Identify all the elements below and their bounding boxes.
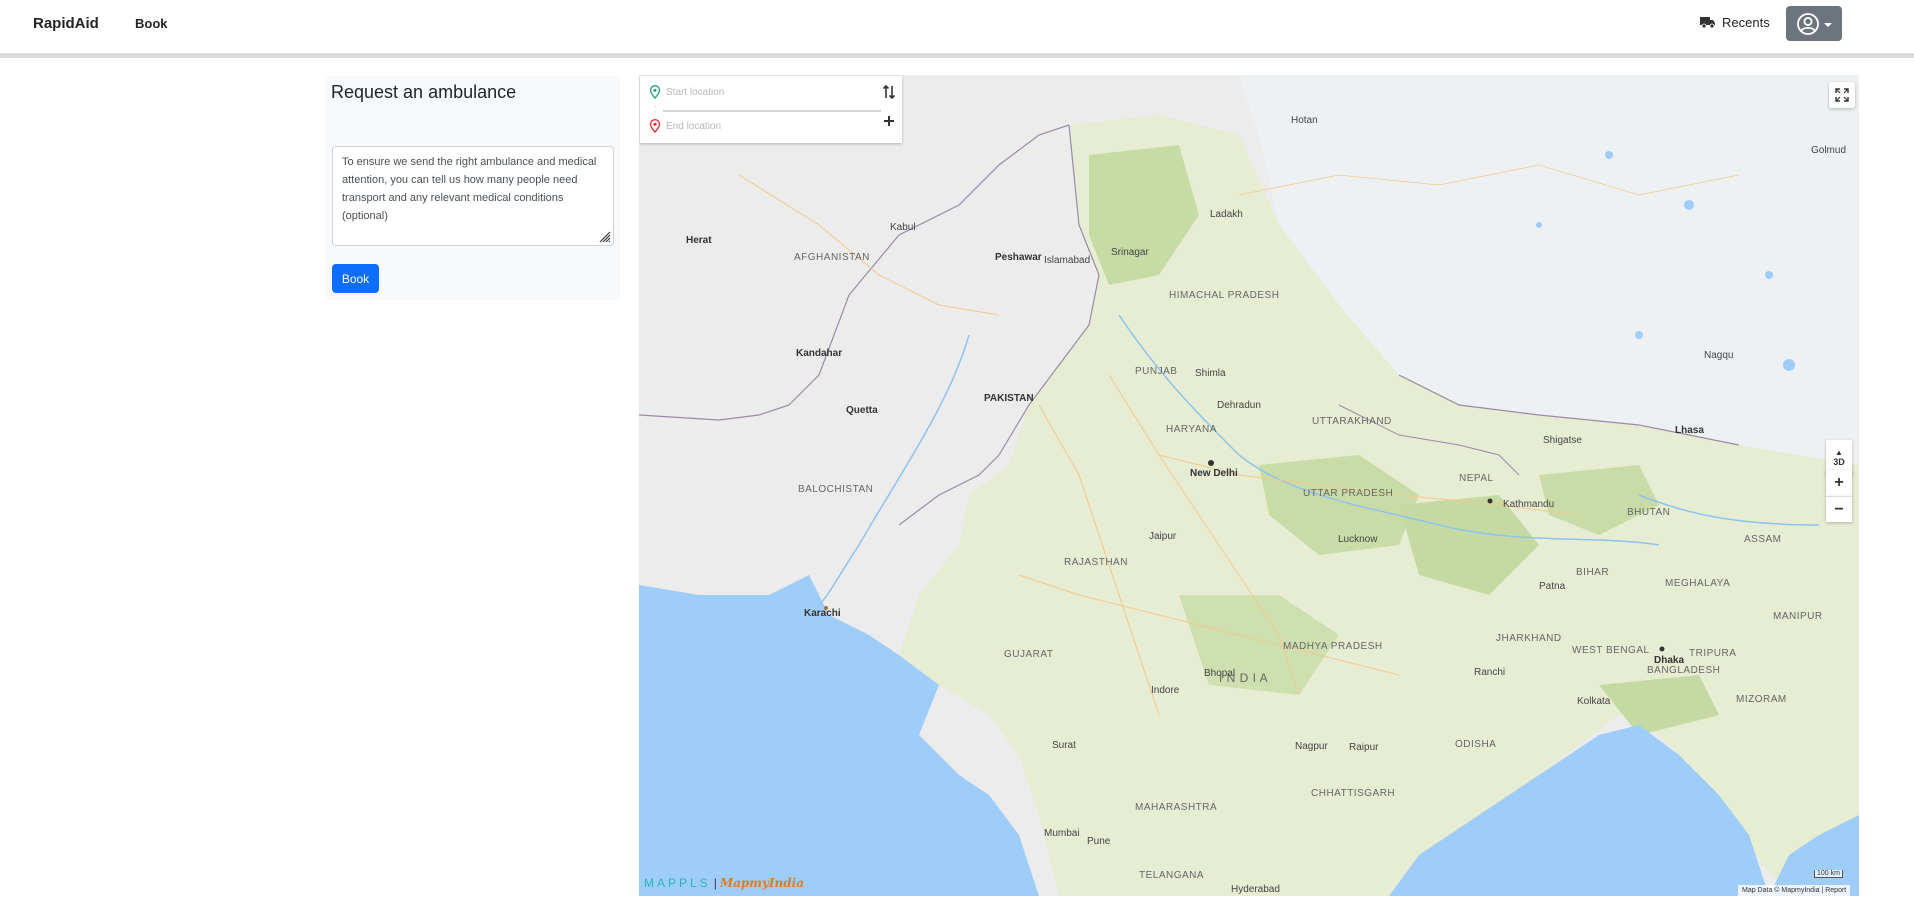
map-label-haryana: HARYANA — [1166, 424, 1217, 435]
logo-separator: | — [713, 876, 717, 890]
zoom-in-button[interactable]: + — [1826, 470, 1852, 496]
map-label-quetta: Quetta — [846, 405, 878, 416]
map-label-nagqu: Nagqu — [1704, 350, 1734, 361]
map-label-jaipur: Jaipur — [1149, 531, 1177, 542]
map-label-nagpur: Nagpur — [1295, 741, 1328, 752]
end-location-placeholder: End location — [666, 120, 722, 132]
map-label-himachal: HIMACHAL PRADESH — [1169, 290, 1280, 301]
map-label-manipur: MANIPUR — [1773, 611, 1823, 622]
map-label-odisha: ODISHA — [1455, 739, 1497, 750]
recents-label: Recents — [1722, 14, 1770, 30]
map-label-new-delhi: New Delhi — [1190, 468, 1238, 479]
map-label-ladakh: Ladakh — [1210, 209, 1243, 220]
map-attribution[interactable]: Map Data © MapmyIndia | Report — [1738, 885, 1851, 896]
map-scale-bar: 100 km — [1814, 870, 1843, 878]
book-button[interactable]: Book — [332, 264, 379, 293]
map-label-lucknow: Lucknow — [1338, 534, 1378, 545]
user-circle-icon — [1797, 12, 1819, 35]
map-label-west-bengal: WEST BENGAL — [1572, 645, 1650, 656]
map-label-uttarakhand: UTTARAKHAND — [1312, 416, 1392, 427]
map-label-patna: Patna — [1539, 581, 1566, 592]
map-label-bhopal: Bhopal — [1204, 668, 1236, 679]
map-label-bangladesh: BANGLADESH — [1647, 665, 1721, 676]
map-label-kabul: Kabul — [890, 222, 916, 233]
map-label-chhattisgarh: CHHATTISGARH — [1311, 788, 1396, 799]
map-label-kathmandu: Kathmandu — [1503, 499, 1555, 510]
chevron-down-icon — [1824, 23, 1832, 27]
zoom-out-button[interactable]: − — [1826, 496, 1852, 522]
map-label-madhya-pradesh: MADHYA PRADESH — [1283, 641, 1383, 652]
map-label-mumbai: Mumbai — [1044, 828, 1080, 839]
resize-handle-icon[interactable] — [597, 229, 611, 243]
notes-textarea[interactable]: To ensure we send the right ambulance an… — [332, 146, 614, 246]
user-menu-button[interactable] — [1786, 6, 1842, 41]
plus-icon[interactable] — [882, 114, 896, 128]
truck-icon — [1700, 17, 1715, 29]
map-label-shimla: Shimla — [1195, 368, 1226, 379]
map-label-pune: Pune — [1087, 836, 1111, 847]
swap-icon[interactable] — [882, 84, 896, 100]
map-label-srinagar: Srinagar — [1111, 247, 1149, 258]
notes-placeholder: To ensure we send the right ambulance an… — [342, 156, 597, 222]
map-label-islamabad: Islamabad — [1044, 255, 1091, 266]
map-label-telangana: TELANGANA — [1139, 870, 1205, 881]
nav-link-book[interactable]: Book — [135, 16, 168, 31]
map-label-kandahar: Kandahar — [796, 348, 843, 359]
map-label-dehradun: Dehradun — [1217, 400, 1261, 411]
map-label-assam: ASSAM — [1744, 534, 1782, 545]
map-label-karachi: Karachi — [804, 608, 841, 619]
recents-link[interactable]: Recents — [1700, 12, 1770, 32]
map-label-balochistan: BALOCHISTAN — [798, 484, 874, 495]
map-label-rajasthan: RAJASTHAN — [1064, 557, 1128, 568]
map-label-surat: Surat — [1052, 740, 1076, 751]
start-location-placeholder: Start location — [666, 86, 725, 98]
map-label-hyderabad: Hyderabad — [1231, 884, 1280, 895]
brand-logo[interactable]: RapidAid — [33, 15, 99, 32]
map-label-bhutan: BHUTAN — [1627, 507, 1671, 518]
mapmyindia-logo-text: MapmyIndia — [719, 876, 804, 890]
map-label-pakistan: PAKISTAN — [984, 393, 1034, 404]
end-location-input[interactable]: End location — [640, 111, 902, 141]
map-label-raipur: Raipur — [1349, 742, 1379, 753]
map-label-tripura: TRIPURA — [1689, 648, 1737, 659]
map-label-shigatse: Shigatse — [1543, 435, 1582, 446]
map-label-indore: Indore — [1151, 685, 1180, 696]
map-label-lhasa: Lhasa — [1675, 425, 1704, 436]
start-location-input[interactable]: Start location — [640, 77, 902, 107]
fullscreen-icon — [1835, 88, 1849, 102]
map-label-afghanistan: AFGHANISTAN — [794, 252, 870, 263]
map-label-jharkhand: JHARKHAND — [1496, 633, 1562, 644]
panel-title: Request an ambulance — [331, 82, 517, 102]
location-pin-icon — [649, 85, 661, 99]
map-label-mizoram: MIZORAM — [1736, 694, 1787, 705]
map-label-ranchi: Ranchi — [1474, 667, 1506, 678]
fullscreen-button[interactable] — [1829, 82, 1855, 108]
map-label-kolkata: Kolkata — [1577, 696, 1611, 707]
map-label-golmud: Golmud — [1811, 145, 1847, 156]
compass-3d-label: 3D — [1833, 457, 1845, 467]
mappls-logo-text: MAPPLS — [644, 876, 711, 890]
map-label-gujarat: GUJARAT — [1004, 649, 1054, 660]
map-label-meghalaya: MEGHALAYA — [1665, 578, 1731, 589]
map-label-uttar-pradesh: UTTAR PRADESH — [1303, 488, 1394, 499]
map-label-bihar: BIHAR — [1576, 567, 1610, 578]
map-label-hotan: Hotan — [1291, 115, 1318, 126]
navbar: RapidAid Book Recents — [0, 0, 1914, 58]
map-label-peshawar: Peshawar — [995, 252, 1042, 263]
route-search-panel: Start location · · End location — [640, 76, 902, 143]
map-view[interactable]: Karachi New Delhi I N D I A PAKISTAN NEP… — [639, 75, 1859, 896]
map-label-nepal: NEPAL — [1459, 473, 1494, 484]
map-label-maharashtra: MAHARASHTRA — [1135, 802, 1218, 813]
map-label-herat: Herat — [686, 235, 712, 246]
compass-needle-icon: ▲ — [1835, 448, 1843, 457]
map-label-dhaka: Dhaka — [1654, 655, 1685, 666]
location-pin-icon — [649, 119, 661, 133]
map-logo: MAPPLS | MapmyIndia — [644, 876, 804, 890]
booking-panel: Request an ambulance To ensure we send t… — [325, 76, 620, 300]
map-label-punjab: PUNJAB — [1135, 366, 1178, 377]
